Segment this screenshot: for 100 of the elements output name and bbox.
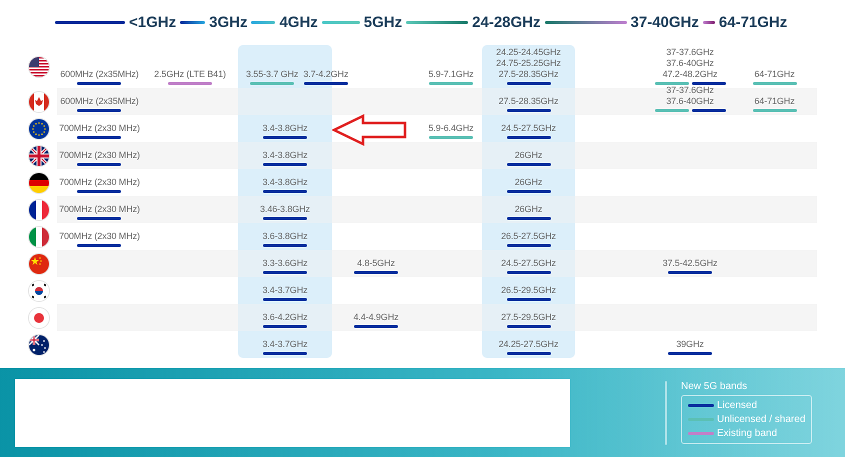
- band-line: [180, 21, 206, 24]
- band-bar: [506, 325, 550, 328]
- band-bar: [77, 190, 122, 193]
- flag-icon: [28, 334, 48, 354]
- range-heading: 4GHz: [278, 14, 319, 31]
- band-bar: [506, 217, 550, 220]
- band-bar: [77, 163, 122, 166]
- band-bar: [506, 244, 550, 247]
- band-label: 600MHz (2x35MHz): [60, 96, 139, 107]
- band-bar: [506, 82, 550, 85]
- band-bar: [250, 82, 294, 85]
- band-label: 3.46-3.8GHz: [260, 204, 310, 215]
- band-label: 37-37.6GHz: [666, 47, 714, 58]
- band-label: 24.75-25.25GHz: [496, 58, 561, 69]
- flag-icon: [28, 308, 48, 328]
- band-bar: [263, 298, 307, 301]
- band-bar: [506, 271, 550, 274]
- band-line: [55, 21, 125, 24]
- band-bar: [77, 136, 122, 139]
- band-bar: [263, 325, 307, 328]
- band-label: 39GHz: [676, 339, 704, 350]
- band-label: 3.4-3.7GHz: [262, 339, 308, 350]
- range-heading: 24-28GHz: [471, 14, 542, 31]
- flag-icon: [28, 200, 48, 220]
- band-label: 24.25-27.5GHz: [498, 339, 558, 350]
- band-label: 3.6-3.8GHz: [262, 231, 308, 242]
- band-label: 26.5-29.5GHz: [501, 285, 556, 296]
- legend-label: Unlicensed / shared: [717, 413, 806, 426]
- band-bar: [77, 109, 122, 112]
- band-label: 3.4-3.7GHz: [262, 285, 308, 296]
- band-label: 4.8-5GHz: [357, 258, 395, 269]
- band-label: 3.7-4.2GHz: [303, 69, 348, 80]
- band-line: [322, 21, 360, 24]
- band-label: 37.5-42.5GHz: [662, 258, 718, 269]
- range-heading: 64-71GHz: [718, 14, 788, 31]
- flag-icon: [28, 92, 48, 112]
- band-bar: [77, 82, 122, 85]
- legend-label: Licensed: [717, 399, 758, 412]
- band-bar: [506, 163, 550, 166]
- band-line: [702, 21, 715, 24]
- band-label: 26.5-27.5GHz: [501, 231, 556, 242]
- band-bar: [654, 82, 688, 85]
- table-cell: [420, 196, 482, 223]
- band-label: 600MHz (2x35MHz): [60, 69, 139, 80]
- band-label: 64-71GHz: [754, 96, 795, 107]
- band-bar: [506, 352, 550, 355]
- legend-line: [688, 432, 714, 435]
- band-bar: [263, 163, 307, 166]
- band-bar: [506, 298, 550, 301]
- band-label: 700MHz (2x30 MHz): [59, 177, 140, 188]
- band-label: 700MHz (2x30 MHz): [59, 123, 140, 134]
- band-bar: [668, 352, 712, 355]
- band-label: 3.4-3.8GHz: [262, 123, 308, 134]
- band-label: 3.4-3.8GHz: [262, 177, 308, 188]
- band-bar: [263, 244, 307, 247]
- flag-icon: [28, 118, 48, 138]
- flag-icon: [28, 226, 48, 246]
- band-label: 37-37.6GHz: [666, 85, 714, 96]
- range-heading: <1GHz: [128, 14, 178, 31]
- range-heading: 37-40GHz: [630, 14, 700, 31]
- band-bar: [354, 325, 398, 328]
- band-bar: [506, 136, 550, 139]
- band-label: 700MHz (2x30 MHz): [59, 204, 140, 215]
- band-bar: [654, 109, 688, 112]
- band-bar: [263, 271, 307, 274]
- band-bar: [506, 109, 550, 112]
- table-cell: [420, 142, 482, 169]
- band-label: 37.6-40GHz: [666, 58, 714, 69]
- band-label: 26GHz: [514, 177, 542, 188]
- band-label: 27.5-28.35GHz: [498, 96, 558, 107]
- band-label: 64-71GHz: [754, 69, 795, 80]
- band-label: 3.6-4.2GHz: [262, 312, 308, 323]
- band-bar: [692, 82, 726, 85]
- band-label: 47.2-48.2GHz: [662, 69, 718, 80]
- band-label: 2.5GHz (LTE B41): [154, 69, 226, 80]
- band-bar: [77, 217, 122, 220]
- band-label: 4.4-4.9GHz: [353, 312, 399, 323]
- band-bar: [429, 136, 473, 139]
- band-bar: [263, 190, 307, 193]
- band-bar: [263, 136, 307, 139]
- range-heading: 3GHz: [208, 14, 248, 31]
- band-line: [406, 21, 468, 24]
- band-line: [251, 21, 276, 24]
- flag-icon: [28, 172, 48, 192]
- band-label: 700MHz (2x30 MHz): [59, 231, 140, 242]
- flag-icon: [28, 254, 48, 274]
- band-label: 3.55-3.7 GHz: [246, 69, 298, 80]
- band-bar: [263, 217, 307, 220]
- band-bar: [429, 82, 473, 85]
- band-label: 27.5-28.35GHz: [498, 69, 558, 80]
- band-label: 26GHz: [514, 150, 542, 161]
- band-bar: [304, 82, 348, 85]
- band-bar: [354, 271, 398, 274]
- flag-icon: [28, 280, 48, 300]
- band-label: 24.5-27.5GHz: [501, 123, 556, 134]
- legend-title: New 5G bands: [681, 381, 748, 392]
- band-label: 27.5-29.5GHz: [501, 312, 556, 323]
- band-label: 3.3-3.6GHz: [262, 258, 308, 269]
- band-label: 24.25-24.45GHz: [496, 47, 561, 58]
- band-label: 37.6-40GHz: [666, 96, 714, 107]
